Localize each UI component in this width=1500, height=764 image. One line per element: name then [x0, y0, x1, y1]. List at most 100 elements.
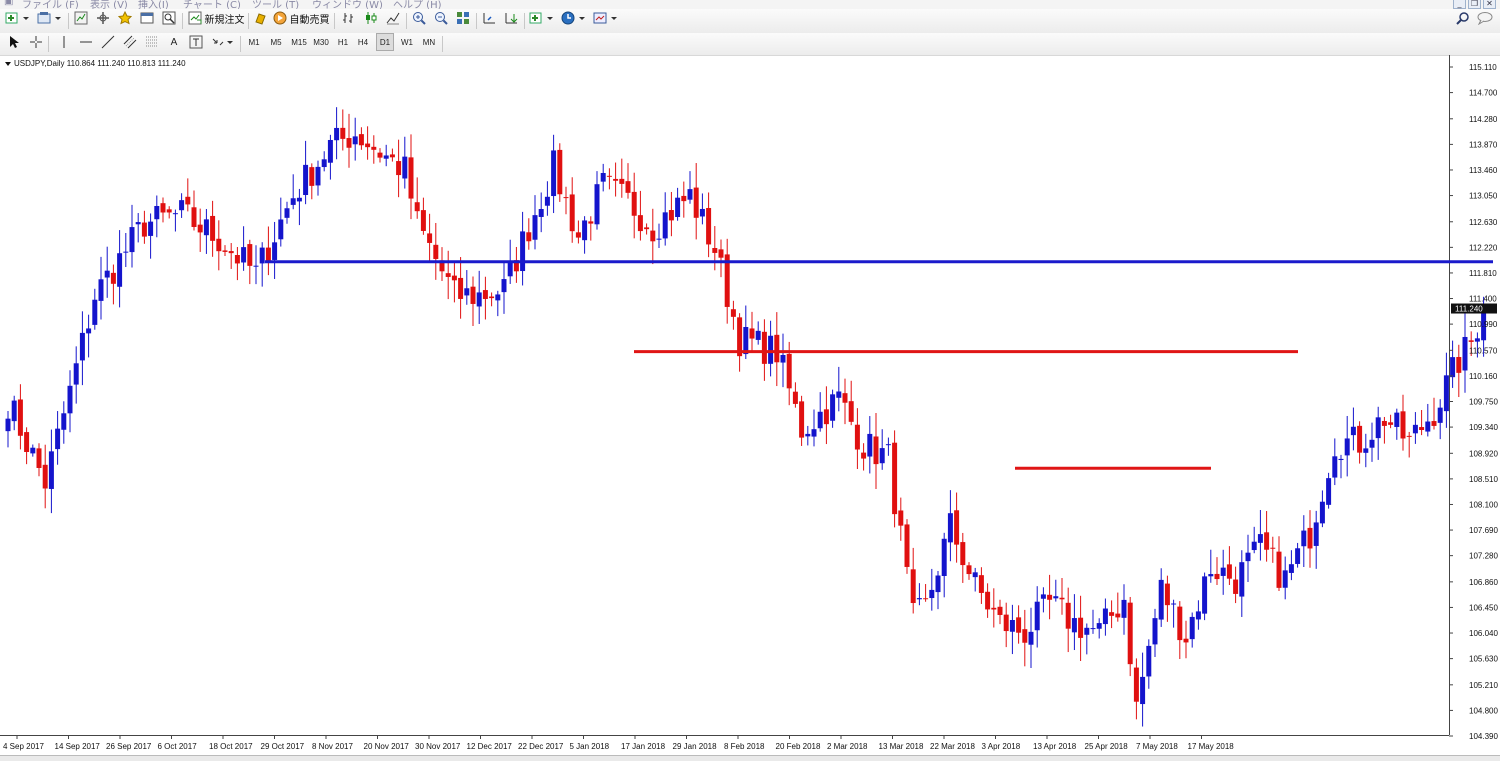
- zoom-in-button[interactable]: [410, 9, 428, 27]
- timeframe-w1-button[interactable]: W1: [398, 33, 416, 51]
- text-button[interactable]: A: [166, 33, 182, 51]
- candle-body: [1264, 532, 1270, 550]
- periods-button[interactable]: [560, 9, 588, 27]
- candle-body: [978, 575, 984, 593]
- candle-body: [1288, 564, 1294, 573]
- candle-body: [197, 224, 203, 233]
- metaeditor-button[interactable]: [252, 9, 270, 27]
- timeframe-m30-button[interactable]: M30: [310, 33, 332, 51]
- price-tick-label: 110.570: [1469, 346, 1498, 355]
- candle-body: [1456, 357, 1462, 373]
- timeframe-m5-button[interactable]: M5: [266, 33, 286, 51]
- autoscroll-button[interactable]: [502, 9, 520, 27]
- search-icon: [1456, 12, 1469, 25]
- timeframe-d1-button[interactable]: D1: [376, 33, 394, 51]
- candle-body: [222, 250, 228, 252]
- candle-body: [830, 394, 836, 421]
- menu-insert[interactable]: 挿入(I): [138, 0, 169, 9]
- candle-body: [923, 598, 929, 600]
- candle-body: [1158, 579, 1164, 620]
- close-icon[interactable]: ✕: [1483, 0, 1496, 9]
- candle-body: [1332, 456, 1338, 478]
- navigator-button[interactable]: [116, 9, 134, 27]
- tile-windows-button[interactable]: [454, 9, 472, 27]
- data-window-button[interactable]: [94, 9, 112, 27]
- trendline-button[interactable]: [100, 33, 116, 51]
- crosshair-button[interactable]: [28, 33, 44, 51]
- menu-help[interactable]: ヘルプ (H): [393, 0, 442, 9]
- indicators-button[interactable]: [528, 9, 556, 27]
- candle-body: [383, 155, 389, 159]
- terminal-button[interactable]: [138, 9, 156, 27]
- templates-button[interactable]: [592, 9, 620, 27]
- price-tick-label: 108.510: [1469, 475, 1498, 484]
- chart-shift-button[interactable]: [480, 9, 498, 27]
- candle-body: [681, 195, 687, 202]
- candle-body: [613, 178, 619, 181]
- current-price-label: 111.240: [1455, 305, 1483, 314]
- candlestick-icon: [366, 12, 377, 24]
- new-chart-button[interactable]: [4, 9, 32, 27]
- candle-body: [848, 401, 854, 422]
- autotrading-button[interactable]: 自動売買: [272, 9, 330, 27]
- search-button[interactable]: [1454, 9, 1472, 27]
- menu-tools[interactable]: ツール (T): [252, 0, 299, 9]
- candle-body: [792, 391, 798, 404]
- candle-body: [941, 538, 947, 577]
- channel-button[interactable]: [122, 33, 138, 51]
- menu-window[interactable]: ウィンドウ (W): [312, 0, 383, 9]
- chart-window[interactable]: 115.110 114.700 114.280 113.870 113.460 113.0…: [0, 55, 1500, 760]
- chart-menu-arrow-icon[interactable]: [5, 62, 11, 66]
- time-tick-label: 12 Dec 2017: [467, 742, 513, 751]
- time-tick-label: 7 May 2018: [1136, 742, 1178, 751]
- horizontal-line-button[interactable]: [78, 33, 94, 51]
- timeframe-m15-button[interactable]: M15: [288, 33, 310, 51]
- candlestick-button[interactable]: [362, 9, 380, 27]
- timeframe-m1-button[interactable]: M1: [244, 33, 264, 51]
- text-label-button[interactable]: [188, 33, 204, 51]
- price-chart[interactable]: 115.110 114.700 114.280 113.870 113.460 113.0…: [0, 55, 1500, 760]
- candle-body: [154, 205, 160, 220]
- fibonacci-button[interactable]: [144, 33, 160, 51]
- metaeditor-icon: [255, 13, 266, 25]
- candle-body: [1369, 439, 1375, 448]
- timeframe-mn-button[interactable]: MN: [420, 33, 438, 51]
- candle-body: [433, 244, 439, 259]
- timeframe-h1-button[interactable]: H1: [334, 33, 352, 51]
- chat-button[interactable]: [1476, 9, 1494, 27]
- candle-body: [371, 146, 377, 150]
- minimize-icon[interactable]: _: [1453, 0, 1466, 9]
- candle-body: [1047, 594, 1053, 600]
- bar-chart-button[interactable]: [340, 9, 358, 27]
- candle-body: [1102, 608, 1108, 625]
- arrows-button[interactable]: [210, 33, 236, 51]
- restore-icon[interactable]: ❐: [1468, 0, 1481, 9]
- time-tick-label: 5 Jan 2018: [570, 742, 610, 751]
- candle-body: [259, 247, 265, 264]
- candle-body: [954, 510, 960, 545]
- timeframe-h4-button[interactable]: H4: [354, 33, 372, 51]
- line-chart-button[interactable]: [384, 9, 402, 27]
- candle-body: [117, 253, 123, 287]
- timeframe-label: W1: [401, 37, 413, 47]
- candle-body: [1016, 617, 1022, 633]
- zoom-out-button[interactable]: [432, 9, 450, 27]
- menu-view[interactable]: 表示 (V): [90, 0, 128, 9]
- candle-body: [879, 448, 885, 464]
- strategy-tester-button[interactable]: [160, 9, 178, 27]
- candle-body: [334, 127, 340, 141]
- candle-body: [92, 299, 98, 325]
- menu-chart[interactable]: チャート (C): [183, 0, 241, 9]
- vertical-line-button[interactable]: [56, 33, 72, 51]
- new-order-button[interactable]: 新規注文: [186, 9, 246, 27]
- market-watch-button[interactable]: [72, 9, 90, 27]
- candle-body: [1065, 602, 1071, 629]
- profiles-button[interactable]: [36, 9, 64, 27]
- line-chart-icon: [386, 12, 400, 25]
- app-icon[interactable]: ▣: [4, 0, 13, 7]
- clock-icon: [561, 11, 585, 25]
- cursor-button[interactable]: [6, 33, 22, 51]
- candle-body: [408, 157, 414, 199]
- candle-body: [141, 222, 147, 237]
- menu-file[interactable]: ファイル (F): [22, 0, 79, 9]
